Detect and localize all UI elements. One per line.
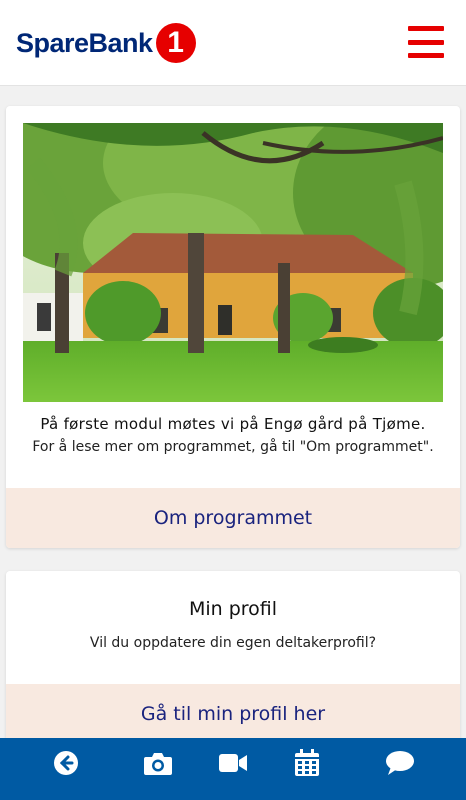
program-caption-heading: På første modul møtes vi på Engø gård på… bbox=[40, 415, 426, 433]
bottom-navigation bbox=[0, 738, 466, 800]
logo-text: SpareBank bbox=[16, 27, 153, 58]
video-camera-icon[interactable] bbox=[208, 738, 258, 788]
app-header: SpareBank 1 bbox=[0, 0, 466, 86]
about-program-button[interactable]: Om programmet bbox=[6, 488, 460, 548]
back-arrow-icon[interactable] bbox=[41, 738, 91, 788]
logo-badge: 1 bbox=[155, 23, 196, 63]
calendar-icon[interactable] bbox=[282, 738, 332, 788]
engo-gard-photo bbox=[23, 123, 443, 402]
profile-text: Vil du oppdatere din egen deltakerprofil… bbox=[89, 635, 377, 651]
camera-icon[interactable] bbox=[133, 738, 183, 788]
go-to-profile-button[interactable]: Gå til min profil her bbox=[6, 684, 460, 744]
sparebank1-logo[interactable]: SpareBank 1 bbox=[16, 22, 196, 64]
chat-bubble-icon[interactable] bbox=[375, 738, 425, 788]
program-card: På første modul møtes vi på Engø gård på… bbox=[6, 106, 460, 548]
profile-title: Min profil bbox=[188, 598, 278, 620]
hamburger-menu-icon[interactable] bbox=[408, 26, 444, 58]
program-caption-text: For å lese mer om programmet, gå til "Om… bbox=[32, 439, 434, 455]
